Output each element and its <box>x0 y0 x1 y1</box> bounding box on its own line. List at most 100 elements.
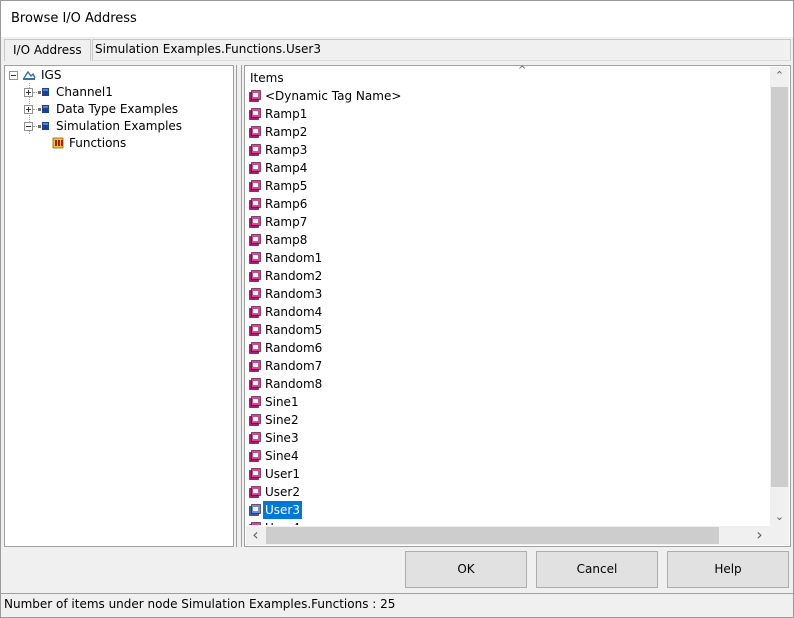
list-item-label: User3 <box>263 501 302 519</box>
tag-icon <box>249 144 261 156</box>
list-item-label: Ramp8 <box>265 233 308 247</box>
list-item-label: Sine1 <box>265 395 299 409</box>
help-button[interactable]: Help <box>667 551 789 588</box>
scroll-down-icon[interactable]: ⌄ <box>770 508 789 526</box>
window-title: Browse I/O Address <box>11 11 137 26</box>
list-item[interactable]: Sine4 <box>247 447 769 465</box>
pane-splitter[interactable] <box>236 65 242 547</box>
collapse-icon[interactable] <box>9 71 18 80</box>
vertical-scroll-thumb[interactable] <box>771 87 788 487</box>
list-item-label: Random8 <box>265 377 323 391</box>
server-icon <box>23 70 36 80</box>
horizontal-scrollbar[interactable]: ‹ › <box>246 526 770 545</box>
tag-icon <box>249 108 261 120</box>
list-item[interactable]: Sine2 <box>247 411 769 429</box>
cancel-button[interactable]: Cancel <box>536 551 658 588</box>
title-bar: Browse I/O Address <box>1 1 793 37</box>
items-list[interactable]: <Dynamic Tag Name> Ramp1 Ramp2 Ramp3 Ramp4 Ra… <box>247 87 769 525</box>
list-item[interactable]: Random4 <box>247 303 769 321</box>
scroll-up-icon[interactable]: ⌃ <box>770 67 789 85</box>
tree-node-simulation-examples[interactable]: Simulation Examples <box>24 118 229 135</box>
tag-icon <box>249 360 261 372</box>
list-item[interactable]: Random7 <box>247 357 769 375</box>
io-address-field[interactable]: Simulation Examples.Functions.User3 <box>92 39 791 61</box>
list-item[interactable]: Random6 <box>247 339 769 357</box>
sort-ascending-icon: ^ <box>518 65 527 76</box>
list-item-label: Random5 <box>265 323 323 337</box>
list-item[interactable]: Ramp6 <box>247 195 769 213</box>
list-item[interactable]: User3 <box>247 501 769 519</box>
scroll-right-icon[interactable]: › <box>750 526 769 544</box>
tree-node-channel1[interactable]: Channel1 <box>24 84 224 101</box>
tag-icon <box>249 306 261 318</box>
list-item-label: Random4 <box>265 305 323 319</box>
list-item[interactable]: Random1 <box>247 249 769 267</box>
items-header-label: Items <box>250 71 284 85</box>
list-item[interactable]: Ramp2 <box>247 123 769 141</box>
items-column-header[interactable]: Items ^ <box>246 65 769 87</box>
ok-button[interactable]: OK <box>405 551 527 588</box>
tag-icon <box>249 486 261 498</box>
list-item[interactable]: Ramp7 <box>247 213 769 231</box>
tree-node-functions[interactable]: Functions <box>52 135 202 152</box>
list-item-label: Ramp4 <box>265 161 308 175</box>
items-pane: Items ^ <Dynamic Tag Name> Ramp1 Ramp2 Ramp… <box>244 65 791 547</box>
tag-icon <box>249 288 261 300</box>
tag-icon <box>249 432 261 444</box>
list-item-label: <Dynamic Tag Name> <box>265 89 402 103</box>
browse-io-dialog: Browse I/O Address I/O Address Simulatio… <box>0 0 794 618</box>
tag-icon <box>249 198 261 210</box>
expand-icon[interactable] <box>24 105 33 114</box>
tag-icon <box>249 378 261 390</box>
collapse-icon[interactable] <box>24 122 33 131</box>
list-item-label: Ramp5 <box>265 179 308 193</box>
tag-icon <box>249 468 261 480</box>
list-item-label: Random3 <box>265 287 323 301</box>
device-group-icon <box>52 137 64 149</box>
list-item-label: Random1 <box>265 251 323 265</box>
list-item[interactable]: Ramp5 <box>247 177 769 195</box>
expand-icon[interactable] <box>24 88 33 97</box>
list-item[interactable]: Random5 <box>247 321 769 339</box>
list-item[interactable]: Sine3 <box>247 429 769 447</box>
list-item[interactable]: Random8 <box>247 375 769 393</box>
list-item[interactable]: Random2 <box>247 267 769 285</box>
tag-icon <box>249 216 261 228</box>
list-item[interactable]: User2 <box>247 483 769 501</box>
list-item-label: Random2 <box>265 269 323 283</box>
channel-icon <box>38 122 49 130</box>
list-item[interactable]: User4 <box>247 519 769 525</box>
scrollbar-corner <box>770 526 789 545</box>
tag-icon <box>249 342 261 354</box>
list-item-label: Random6 <box>265 341 323 355</box>
list-item[interactable]: Sine1 <box>247 393 769 411</box>
list-item[interactable]: Ramp1 <box>247 105 769 123</box>
list-item-label: Ramp6 <box>265 197 308 211</box>
channel-icon <box>38 105 49 113</box>
list-item-label: Ramp7 <box>265 215 308 229</box>
tag-icon <box>249 234 261 246</box>
tree-pane[interactable]: IGS Channel1 Data Type Examples Simulati… <box>4 65 234 547</box>
list-item[interactable]: User1 <box>247 465 769 483</box>
list-item[interactable]: Random3 <box>247 285 769 303</box>
status-text: Number of items under node Simulation Ex… <box>4 597 396 611</box>
scroll-left-icon[interactable]: ‹ <box>246 526 265 544</box>
tag-icon <box>249 90 261 102</box>
list-item[interactable]: Ramp4 <box>247 159 769 177</box>
tree-node-data-type-examples[interactable]: Data Type Examples <box>24 101 229 118</box>
list-item-label: Sine3 <box>265 431 299 445</box>
vertical-scrollbar[interactable]: ⌃ ⌄ <box>770 67 789 527</box>
horizontal-scroll-thumb[interactable] <box>266 527 719 544</box>
list-item-label: User2 <box>265 485 300 499</box>
list-item-label: User4 <box>263 519 302 525</box>
tag-icon <box>249 396 261 408</box>
tree-node-igs[interactable]: IGS <box>9 67 209 84</box>
list-item-label: Sine4 <box>265 449 299 463</box>
list-item[interactable]: <Dynamic Tag Name> <box>247 87 769 105</box>
io-address-label: I/O Address <box>4 39 91 61</box>
list-item[interactable]: Ramp3 <box>247 141 769 159</box>
status-bar: Number of items under node Simulation Ex… <box>1 593 793 617</box>
channel-icon <box>38 88 49 96</box>
tag-icon <box>249 504 261 516</box>
list-item[interactable]: Ramp8 <box>247 231 769 249</box>
